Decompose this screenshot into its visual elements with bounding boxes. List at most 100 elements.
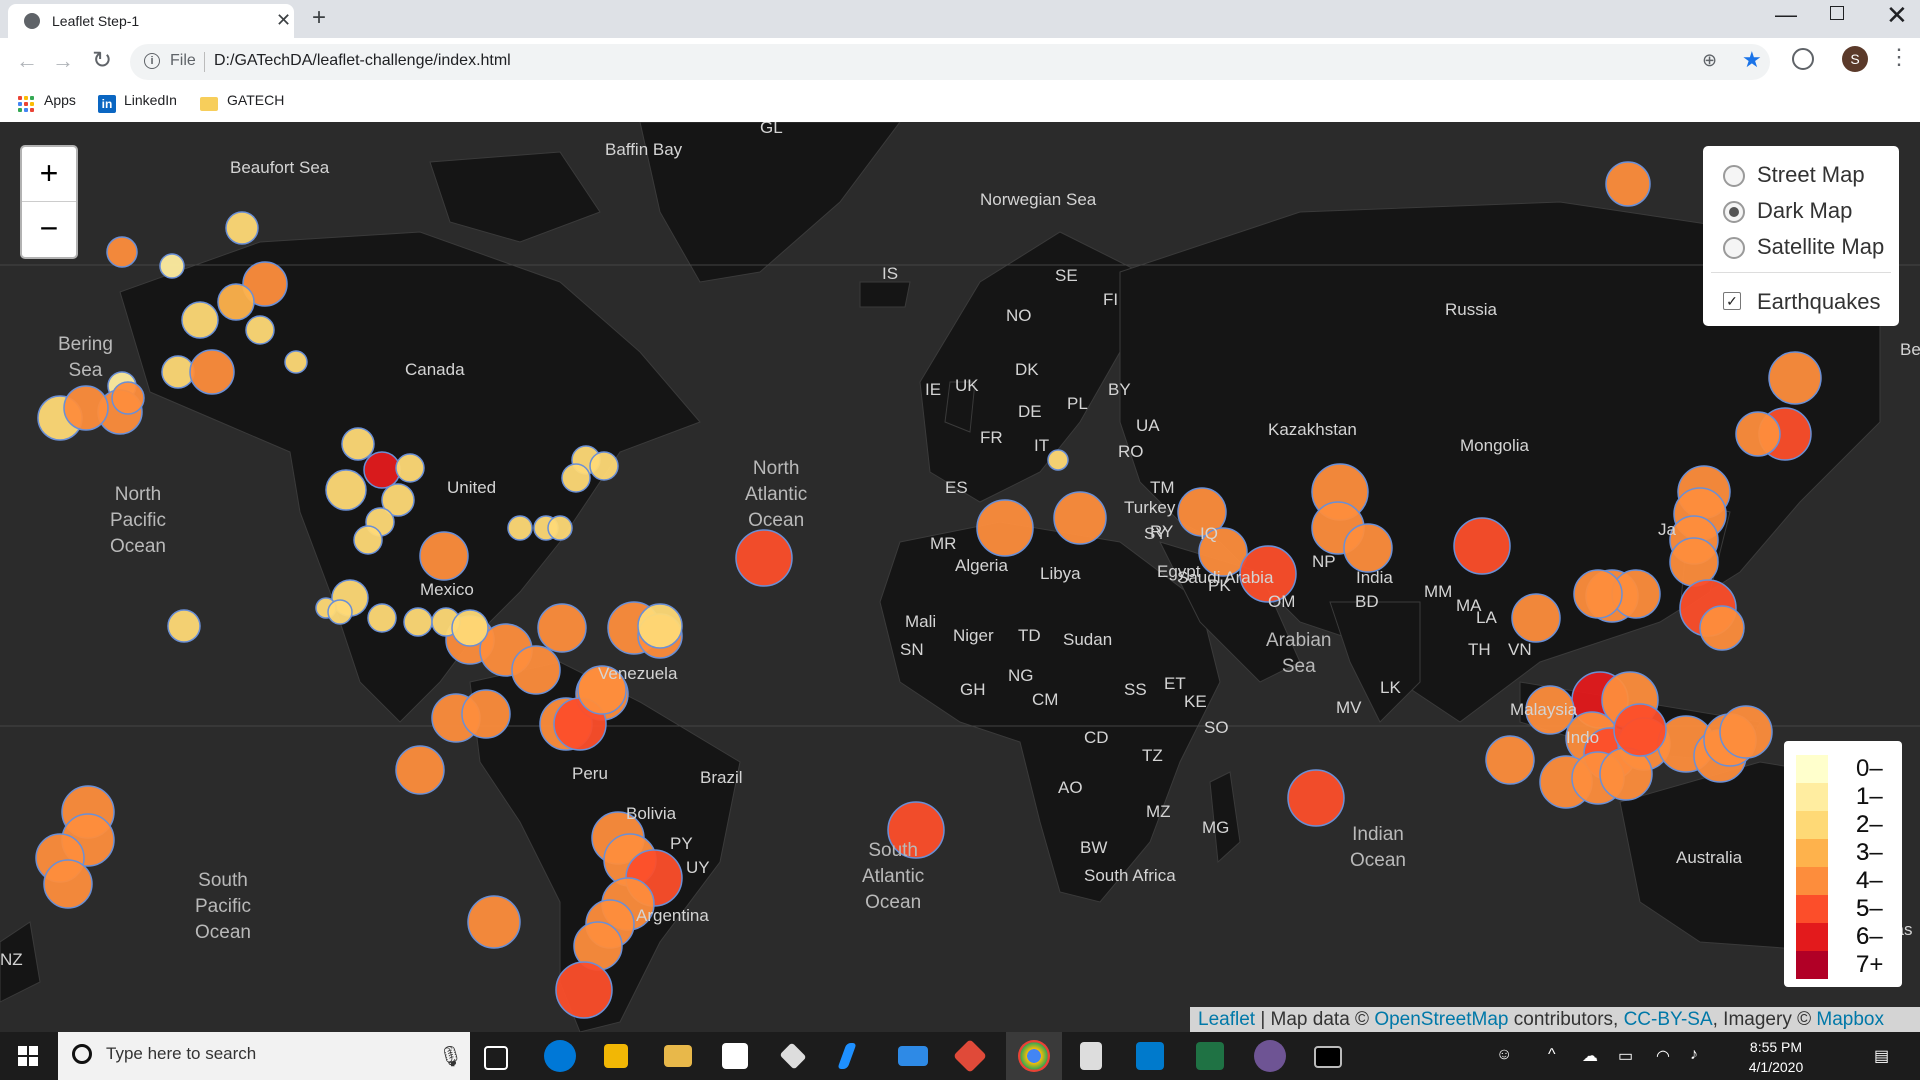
earthquake-marker[interactable]	[1343, 523, 1393, 573]
earthquake-marker[interactable]	[325, 469, 367, 511]
address-bar[interactable]: i File D:/GATechDA/leaflet-challenge/ind…	[130, 44, 1770, 80]
earthquake-marker[interactable]	[976, 499, 1034, 557]
earthquake-marker[interactable]	[353, 525, 383, 555]
radio-satellite-map[interactable]	[1723, 237, 1745, 259]
calculator-icon[interactable]	[1080, 1042, 1102, 1070]
earthquake-marker[interactable]	[507, 515, 533, 541]
minimize-button[interactable]: —	[1775, 2, 1797, 28]
earthquake-marker[interactable]	[589, 451, 619, 481]
earthquake-marker[interactable]	[111, 381, 145, 415]
earthquake-marker[interactable]	[461, 689, 511, 739]
wifi-icon[interactable]: ◠	[1656, 1046, 1670, 1066]
windows-start-icon[interactable]	[18, 1046, 38, 1066]
earthquake-marker[interactable]	[1699, 605, 1745, 651]
earthquake-marker[interactable]	[1735, 411, 1781, 457]
earthquake-marker[interactable]	[1287, 769, 1345, 827]
taskbar-search[interactable]: Type here to search 🎙	[58, 1032, 470, 1080]
earthquake-marker[interactable]	[451, 609, 489, 647]
file-explorer-icon[interactable]	[664, 1045, 692, 1067]
earthquake-marker[interactable]	[637, 603, 683, 649]
earthquake-marker[interactable]	[1573, 569, 1623, 619]
menu-dots-icon[interactable]: ⋮	[1888, 44, 1910, 70]
restore-button[interactable]	[1830, 6, 1844, 20]
earthquake-marker[interactable]	[1669, 537, 1719, 587]
volume-icon[interactable]: ♪	[1690, 1046, 1698, 1064]
earthquake-marker[interactable]	[367, 603, 397, 633]
vscode-icon[interactable]	[1136, 1042, 1164, 1070]
earthquake-marker[interactable]	[395, 453, 425, 483]
earthquake-marker[interactable]	[511, 645, 561, 695]
earthquake-marker[interactable]	[189, 349, 235, 395]
radio-dark-map[interactable]	[1723, 201, 1745, 223]
profile-avatar[interactable]: S	[1842, 46, 1868, 72]
earthquake-marker[interactable]	[395, 745, 445, 795]
bookmark-gatech[interactable]: GATECH	[227, 92, 284, 108]
apps-grid-icon[interactable]	[18, 96, 34, 112]
mail-icon[interactable]	[898, 1046, 928, 1066]
license-link[interactable]: CC-BY-SA	[1624, 1009, 1713, 1030]
earthquake-marker[interactable]	[106, 236, 138, 268]
earthquake-marker[interactable]	[1605, 161, 1651, 207]
earthquake-marker[interactable]	[1768, 351, 1822, 405]
checkbox-earthquakes[interactable]: ✓	[1723, 292, 1741, 310]
earthquake-marker[interactable]	[167, 609, 201, 643]
window-close-button[interactable]: ✕	[1886, 0, 1908, 31]
earthquake-marker[interactable]	[403, 607, 433, 637]
terminal-icon[interactable]	[1314, 1046, 1342, 1068]
earthquake-marker[interactable]	[245, 315, 275, 345]
system-clock[interactable]: 8:55 PM 4/1/2020	[1726, 1037, 1826, 1077]
earthquake-marker[interactable]	[363, 451, 401, 489]
new-tab-button[interactable]: +	[312, 4, 326, 32]
earthquake-marker[interactable]	[1047, 449, 1069, 471]
people-icon[interactable]: ☺	[1496, 1046, 1512, 1064]
bookmark-apps[interactable]: Apps	[44, 92, 76, 108]
earthquake-marker[interactable]	[1053, 491, 1107, 545]
task-view-icon[interactable]	[484, 1046, 508, 1070]
earthquake-marker[interactable]	[341, 427, 375, 461]
earthquake-marker[interactable]	[161, 355, 195, 389]
bookmark-star-icon[interactable]: ★	[1742, 47, 1762, 73]
zoom-icon[interactable]: ⊕	[1702, 50, 1717, 71]
onedrive-icon[interactable]: ☁	[1582, 1046, 1598, 1066]
earthquake-marker[interactable]	[547, 515, 573, 541]
earthquake-marker[interactable]	[217, 283, 255, 321]
forward-arrow-icon[interactable]: →	[52, 48, 74, 74]
earthquake-marker[interactable]	[1511, 593, 1561, 643]
leaflet-link[interactable]: Leaflet	[1198, 1009, 1255, 1030]
zoom-in-button[interactable]: +	[22, 147, 76, 202]
tray-chevron-icon[interactable]: ^	[1548, 1046, 1556, 1064]
earthquake-marker[interactable]	[225, 211, 259, 245]
earthquake-marker[interactable]	[63, 385, 109, 431]
radio-street-map[interactable]	[1723, 165, 1745, 187]
earthquake-marker[interactable]	[1485, 735, 1535, 785]
earthquake-marker[interactable]	[43, 859, 93, 909]
earthquake-marker[interactable]	[537, 603, 587, 653]
earthquake-marker[interactable]	[181, 301, 219, 339]
store-icon[interactable]	[604, 1044, 628, 1068]
osm-link[interactable]: OpenStreetMap	[1374, 1009, 1508, 1030]
close-tab-icon[interactable]: ✕	[276, 10, 291, 31]
chrome-icon[interactable]	[1018, 1040, 1050, 1072]
reload-icon[interactable]: ↻	[92, 46, 112, 75]
microphone-icon[interactable]: 🎙	[438, 1044, 463, 1069]
amazon-icon[interactable]	[722, 1043, 748, 1069]
earthquake-marker[interactable]	[419, 531, 469, 581]
notifications-icon[interactable]: ▤	[1874, 1046, 1889, 1066]
bookmark-linkedin[interactable]: LinkedIn	[124, 92, 177, 108]
leaflet-map[interactable]: North Pacific Ocean North Atlantic Ocean Sou…	[0, 122, 1920, 1032]
git-icon[interactable]	[953, 1039, 987, 1073]
zoom-out-button[interactable]: −	[22, 202, 76, 256]
azure-icon[interactable]	[837, 1043, 857, 1069]
earthquake-marker[interactable]	[467, 895, 521, 949]
edge-icon[interactable]	[544, 1040, 576, 1072]
earthquake-marker[interactable]	[561, 463, 591, 493]
back-arrow-icon[interactable]: ←	[16, 48, 38, 74]
info-icon[interactable]: i	[144, 53, 160, 69]
earthquake-marker[interactable]	[284, 350, 308, 374]
dropbox-icon[interactable]	[779, 1042, 807, 1070]
earthquake-marker[interactable]	[159, 253, 185, 279]
earthquake-marker[interactable]	[1453, 517, 1511, 575]
earthquake-marker[interactable]	[555, 961, 613, 1019]
earthquake-marker[interactable]	[327, 599, 353, 625]
excel-icon[interactable]	[1196, 1042, 1224, 1070]
